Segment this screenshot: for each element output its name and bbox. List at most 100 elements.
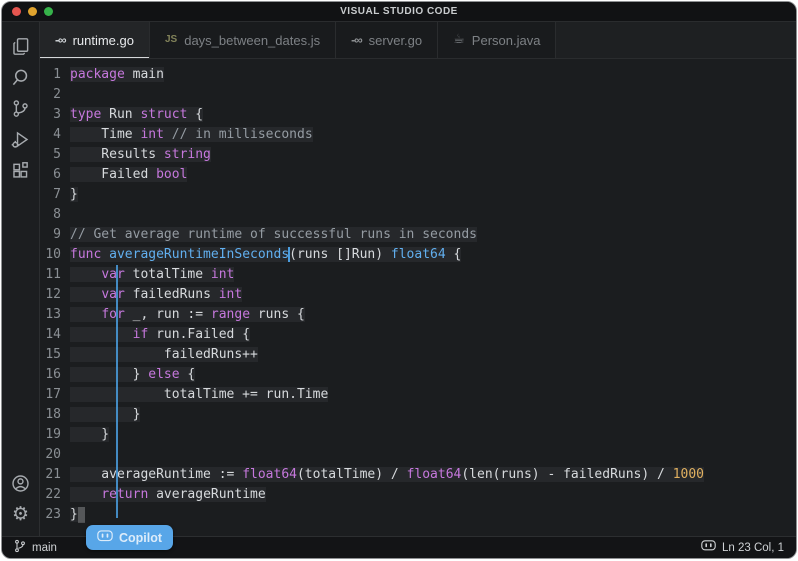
go-icon: -∞ bbox=[55, 35, 66, 45]
code-token: Time bbox=[70, 127, 140, 142]
copilot-icon bbox=[97, 530, 113, 546]
code-token: Results bbox=[70, 147, 164, 162]
activity-bar: ⚙ bbox=[2, 22, 40, 536]
go-icon: -∞ bbox=[351, 35, 362, 45]
code-token: type bbox=[70, 107, 101, 122]
code-line-8[interactable]: 8 bbox=[40, 205, 796, 225]
copilot-status-icon[interactable] bbox=[701, 540, 716, 555]
code-line-20[interactable]: 20 bbox=[40, 445, 796, 465]
code-line-text[interactable]: package main bbox=[70, 65, 164, 85]
code-token: runs { bbox=[250, 307, 305, 322]
line-number: 8 bbox=[40, 205, 70, 225]
tab-label: days_between_dates.js bbox=[184, 33, 320, 48]
code-line-text[interactable]: type Run struct { bbox=[70, 105, 203, 125]
search-icon[interactable] bbox=[7, 62, 35, 93]
git-branch-indicator[interactable]: main bbox=[14, 539, 57, 556]
code-token: } bbox=[70, 367, 148, 382]
tab-server.go[interactable]: -∞server.go bbox=[336, 22, 438, 58]
code-token: var bbox=[101, 287, 124, 302]
code-line-text[interactable]: totalTime += run.Time bbox=[70, 385, 328, 405]
copilot-badge-label: Copilot bbox=[119, 531, 162, 545]
code-line-5[interactable]: 5 Results string bbox=[40, 145, 796, 165]
run-debug-icon[interactable] bbox=[7, 124, 35, 155]
code-line-text[interactable]: var failedRuns int bbox=[70, 285, 242, 305]
code-line-7[interactable]: 7} bbox=[40, 185, 796, 205]
code-text-run: failedRuns++ bbox=[70, 347, 258, 362]
code-line-21[interactable]: 21 averageRuntime := float64(totalTime) … bbox=[40, 465, 796, 485]
code-line-text[interactable]: averageRuntime := float64(totalTime) / f… bbox=[70, 465, 704, 485]
tab-runtime.go[interactable]: -∞runtime.go bbox=[40, 22, 150, 58]
code-line-text[interactable]: } bbox=[70, 185, 78, 205]
titlebar: Visual Studio Code bbox=[2, 2, 796, 22]
account-icon[interactable] bbox=[7, 468, 35, 499]
close-button[interactable] bbox=[12, 7, 21, 16]
code-text-run: for _, run := range runs { bbox=[70, 307, 305, 322]
code-line-text[interactable]: } bbox=[70, 405, 140, 425]
code-line-text[interactable]: } bbox=[70, 425, 109, 445]
code-line-9[interactable]: 9// Get average runtime of successful ru… bbox=[40, 225, 796, 245]
js-icon: JS bbox=[165, 35, 177, 45]
explorer-icon[interactable] bbox=[7, 31, 35, 62]
code-line-4[interactable]: 4 Time int // in milliseconds bbox=[40, 125, 796, 145]
code-text-run: } bbox=[70, 187, 78, 202]
code-token bbox=[101, 247, 109, 262]
tab-days_between_dates.js[interactable]: JS days_between_dates.js bbox=[150, 22, 336, 58]
code-line-text[interactable]: Time int // in milliseconds bbox=[70, 125, 313, 145]
minimize-button[interactable] bbox=[28, 7, 37, 16]
source-control-icon[interactable] bbox=[7, 93, 35, 124]
code-line-text[interactable]: Failed bool bbox=[70, 165, 187, 185]
code-line-3[interactable]: 3type Run struct { bbox=[40, 105, 796, 125]
code-token: } bbox=[70, 407, 140, 422]
java-icon: ☕ bbox=[453, 35, 465, 45]
settings-icon[interactable]: ⚙ bbox=[7, 499, 35, 530]
code-token: // Get average runtime of successful run… bbox=[70, 227, 477, 242]
branch-name: main bbox=[32, 542, 57, 554]
code-token bbox=[164, 127, 172, 142]
code-text-run: return averageRuntime bbox=[70, 487, 266, 502]
code-token: return bbox=[101, 487, 148, 502]
line-number: 20 bbox=[40, 445, 70, 465]
code-line-19[interactable]: 19 } bbox=[40, 425, 796, 445]
code-line-15[interactable]: 15 failedRuns++ bbox=[40, 345, 796, 365]
cursor-position[interactable]: Ln 23 Col, 1 bbox=[722, 542, 784, 554]
code-token: } bbox=[70, 427, 109, 442]
code-line-text[interactable]: } else { bbox=[70, 365, 195, 385]
code-line-text[interactable]: return averageRuntime bbox=[70, 485, 266, 505]
code-line-12[interactable]: 12 var failedRuns int bbox=[40, 285, 796, 305]
code-text-run: Results string bbox=[70, 147, 211, 162]
code-line-17[interactable]: 17 totalTime += run.Time bbox=[40, 385, 796, 405]
tab-Person.java[interactable]: ☕Person.java bbox=[438, 22, 556, 58]
code-line-14[interactable]: 14 if run.Failed { bbox=[40, 325, 796, 345]
code-line-text[interactable]: } bbox=[70, 505, 85, 525]
line-number: 5 bbox=[40, 145, 70, 165]
zoom-button[interactable] bbox=[44, 7, 53, 16]
code-token: func bbox=[70, 247, 101, 262]
extensions-icon[interactable] bbox=[7, 155, 35, 186]
code-line-text[interactable]: // Get average runtime of successful run… bbox=[70, 225, 477, 245]
code-line-2[interactable]: 2 bbox=[40, 85, 796, 105]
code-editor[interactable]: 1package main23type Run struct {4 Time i… bbox=[40, 59, 796, 536]
code-line-text[interactable]: var totalTime int bbox=[70, 265, 234, 285]
code-line-text[interactable]: for _, run := range runs { bbox=[70, 305, 305, 325]
code-text-run: } else { bbox=[70, 367, 195, 382]
code-line-6[interactable]: 6 Failed bool bbox=[40, 165, 796, 185]
code-line-10[interactable]: 10func averageRuntimeInSeconds(runs []Ru… bbox=[40, 245, 796, 265]
code-line-11[interactable]: 11 var totalTime int bbox=[40, 265, 796, 285]
code-line-text[interactable]: if run.Failed { bbox=[70, 325, 250, 345]
code-line-18[interactable]: 18 } bbox=[40, 405, 796, 425]
code-line-23[interactable]: 23} bbox=[40, 505, 796, 525]
code-line-1[interactable]: 1package main bbox=[40, 65, 796, 85]
line-number: 21 bbox=[40, 465, 70, 485]
code-line-13[interactable]: 13 for _, run := range runs { bbox=[40, 305, 796, 325]
copilot-badge[interactable]: Copilot bbox=[86, 525, 173, 550]
code-text-run: if run.Failed { bbox=[70, 327, 250, 342]
code-line-16[interactable]: 16 } else { bbox=[40, 365, 796, 385]
code-token: int bbox=[219, 287, 242, 302]
code-token: { bbox=[180, 367, 196, 382]
code-line-text[interactable]: failedRuns++ bbox=[70, 345, 258, 365]
code-line-text[interactable]: func averageRuntimeInSeconds(runs []Run)… bbox=[70, 245, 461, 265]
code-line-22[interactable]: 22 return averageRuntime bbox=[40, 485, 796, 505]
code-token: int bbox=[211, 267, 234, 282]
code-text-run: } bbox=[70, 407, 140, 422]
code-line-text[interactable]: Results string bbox=[70, 145, 211, 165]
